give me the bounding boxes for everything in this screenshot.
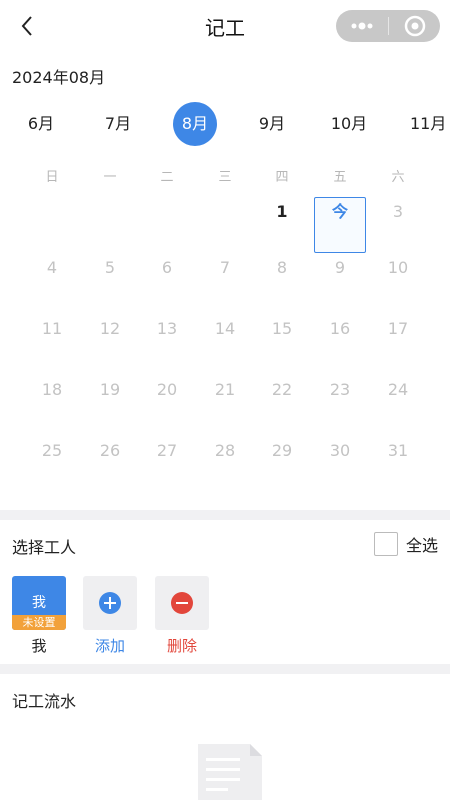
- calendar-day-9[interactable]: 9: [315, 246, 365, 302]
- calendar-day-22[interactable]: 22: [257, 368, 307, 424]
- month-tab-jun[interactable]: 6月: [19, 102, 63, 146]
- work-records-title: 记工流水: [12, 692, 77, 711]
- calendar-day-21[interactable]: 21: [200, 368, 250, 424]
- plus-icon: [99, 592, 121, 614]
- calendar-day-18[interactable]: 18: [27, 368, 77, 424]
- month-tab-sep[interactable]: 9月: [250, 102, 294, 146]
- select-all[interactable]: 全选: [373, 532, 438, 556]
- worker-avatar-name: 我: [32, 595, 46, 611]
- calendar-day-today[interactable]: 今: [314, 197, 366, 253]
- document-icon: [196, 744, 262, 800]
- calendar-day-3[interactable]: 3: [373, 190, 423, 246]
- calendar-day-7[interactable]: 7: [200, 246, 250, 302]
- year-month-label: 2024年08月: [12, 68, 106, 87]
- add-worker-button[interactable]: 添加: [83, 576, 137, 656]
- calendar-day-27[interactable]: 27: [142, 429, 192, 485]
- calendar-day-12[interactable]: 12: [85, 307, 135, 363]
- calendar-day-26[interactable]: 26: [85, 429, 135, 485]
- section-divider: [0, 664, 450, 674]
- delete-worker-button[interactable]: 删除: [155, 576, 209, 656]
- weekday-tue: 二: [160, 170, 174, 185]
- calendar-day-14[interactable]: 14: [200, 307, 250, 363]
- calendar-day-1[interactable]: 1: [257, 190, 307, 246]
- weekday-header: 日 一 二 三 四 五 六: [0, 166, 450, 186]
- delete-worker-label: 删除: [166, 637, 197, 655]
- weekday-fri: 五: [333, 170, 347, 185]
- weekday-sat: 六: [391, 170, 405, 185]
- calendar-day-25[interactable]: 25: [27, 429, 77, 485]
- calendar-day-17[interactable]: 17: [373, 307, 423, 363]
- month-tab-oct[interactable]: 10月: [327, 102, 371, 146]
- calendar-day-30[interactable]: 30: [315, 429, 365, 485]
- calendar-day-23[interactable]: 23: [315, 368, 365, 424]
- more-dots-icon[interactable]: [336, 10, 388, 42]
- calendar-day-20[interactable]: 20: [142, 368, 192, 424]
- mini-program-capsule: [336, 10, 440, 42]
- weekday-sun: 日: [45, 170, 59, 185]
- add-worker-tile[interactable]: [83, 576, 137, 630]
- month-tab-aug[interactable]: 8月: [173, 102, 217, 146]
- calendar-day-16[interactable]: 16: [315, 307, 365, 363]
- weekday-wed: 三: [218, 170, 232, 185]
- calendar-day-6[interactable]: 6: [142, 246, 192, 302]
- target-close-icon[interactable]: [389, 10, 440, 42]
- calendar-day-13[interactable]: 13: [142, 307, 192, 363]
- month-tab-nov[interactable]: 11月: [404, 102, 450, 146]
- select-all-label: 全选: [405, 536, 438, 555]
- calendar-day-19[interactable]: 19: [85, 368, 135, 424]
- calendar-day-5[interactable]: 5: [85, 246, 135, 302]
- weekday-mon: 一: [103, 170, 117, 185]
- select-all-checkbox[interactable]: [373, 532, 398, 556]
- calendar-day-11[interactable]: 11: [27, 307, 77, 363]
- calendar-day-4[interactable]: 4: [27, 246, 77, 302]
- month-tabs: 6月 7月 8月 9月 10月 11月: [0, 102, 450, 146]
- delete-worker-tile[interactable]: [155, 576, 209, 630]
- calendar-day-31[interactable]: 31: [373, 429, 423, 485]
- worker-avatar[interactable]: 我 未设置: [12, 576, 66, 630]
- calendar-day-10[interactable]: 10: [373, 246, 423, 302]
- section-divider: [0, 510, 450, 520]
- worker-me[interactable]: 我 未设置 我: [12, 576, 66, 656]
- weekday-thu: 四: [275, 170, 289, 185]
- calendar-day-15[interactable]: 15: [257, 307, 307, 363]
- month-tab-jul[interactable]: 7月: [96, 102, 140, 146]
- worker-caption: 我: [31, 637, 47, 655]
- calendar-day-28[interactable]: 28: [200, 429, 250, 485]
- nav-bar: 记工: [0, 0, 450, 52]
- worker-unset-tag: 未设置: [12, 615, 66, 630]
- calendar-day-24[interactable]: 24: [373, 368, 423, 424]
- add-worker-label: 添加: [94, 637, 125, 655]
- minus-icon: [171, 592, 193, 614]
- calendar-day-8[interactable]: 8: [257, 246, 307, 302]
- calendar-grid: 1 今 3 4 5 6 7 8 9 10 11 12 13 14 15 16 17 18 19 20 21 22 23 24 2…: [0, 190, 450, 500]
- calendar-day-29[interactable]: 29: [257, 429, 307, 485]
- select-workers-title: 选择工人: [12, 538, 77, 557]
